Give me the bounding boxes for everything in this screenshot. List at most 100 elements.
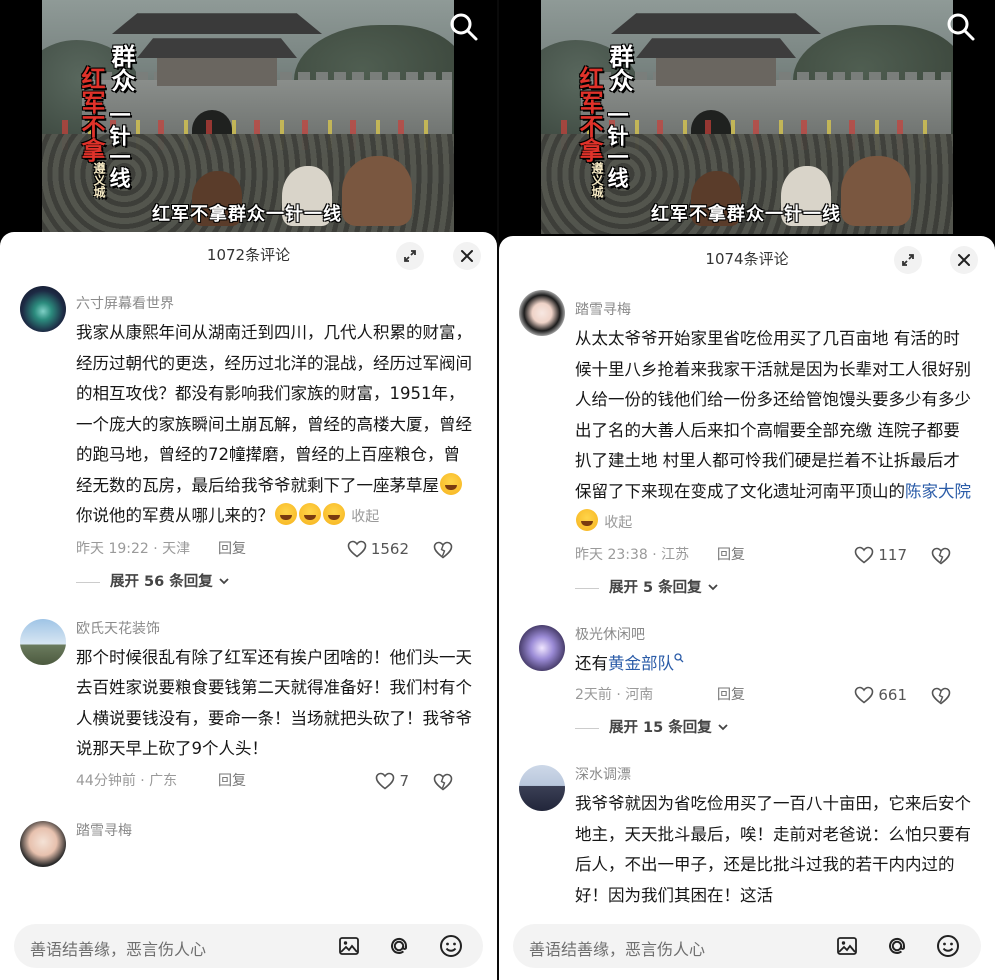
comment-username[interactable]: 深水调漂 <box>575 763 973 787</box>
collapse-text-link[interactable]: 收起 <box>351 509 379 525</box>
emoji-button[interactable] <box>934 932 962 960</box>
image-icon <box>837 937 857 955</box>
comment-input-placeholder: 善语结善缘，恶言伤人心 <box>529 940 706 959</box>
broken-heart-icon <box>433 773 453 791</box>
broken-heart-icon <box>433 541 453 559</box>
video-subtitle: 红军不拿群众一针一线 <box>152 204 342 225</box>
video-player[interactable]: 红军不拿 群众 一针一线 遵义城 红军不拿群众一针一线 <box>0 0 497 250</box>
mention-button[interactable] <box>385 932 413 960</box>
heart-icon <box>855 686 874 704</box>
comment-item: 欧氏天花装饰 那个时候很乱有除了红军还有挨户团啥的！他们头一天去百姓家说要粮食要… <box>0 599 497 797</box>
comment-input-bar: 善语结善缘，恶言伤人心 <box>0 916 497 980</box>
comment-body-tail: 你说他的军费从哪儿来的？ <box>76 506 274 525</box>
video-caption-red: 红军不拿 <box>575 66 604 162</box>
comment-text: 还有黄金部队 <box>575 649 973 680</box>
comment-meta: 44分钟前 · 广东 回复 7 <box>76 765 475 797</box>
expand-replies-label: 展开 5 条回复 <box>609 579 702 596</box>
chevron-down-icon <box>219 577 229 584</box>
like-count: 117 <box>878 545 907 564</box>
expand-replies-button[interactable]: 展开 15 条回复 <box>575 711 973 745</box>
like-count: 661 <box>878 686 907 704</box>
comments-sheet: 1072条评论 六寸屏幕看世界 我家从康熙年间从湖南迁到四川，几代人积累的财富，… <box>0 232 497 980</box>
heart-icon <box>347 540 367 558</box>
heart-icon <box>855 546 874 564</box>
collapse-icon <box>404 250 416 262</box>
reply-button[interactable]: 回复 <box>218 765 246 797</box>
smiley-icon <box>937 935 959 957</box>
video-horse <box>841 156 911 226</box>
chevron-down-icon <box>708 583 718 590</box>
comment-item: 深水调漂 我爷爷就因为省吃俭用买了一百八十亩田，它来后安个地主，天天批斗最后，唉… <box>499 745 995 911</box>
expand-replies-label: 展开 56 条回复 <box>110 573 213 590</box>
comment-time-location: 昨天 23:38 · 江苏 <box>575 546 690 563</box>
comment-body: 我家从康熙年间从湖南迁到四川，几代人积累的财富，经历过朝代的更迭，经历过北洋的混… <box>76 323 472 495</box>
comment-body: 还有 <box>575 653 608 673</box>
video-caption-place: 遵义城 <box>590 162 604 198</box>
avatar[interactable] <box>519 290 565 336</box>
comment-list[interactable]: 六寸屏幕看世界 我家从康熙年间从湖南迁到四川，几代人积累的财富，经历过朝代的更迭… <box>0 282 497 916</box>
smiley-icon <box>440 935 462 957</box>
broken-heart-icon <box>931 547 951 565</box>
laugh-cry-emoji-icon <box>440 472 462 495</box>
comment-username[interactable]: 极光休闲吧 <box>575 623 973 647</box>
location-link[interactable]: 陈家大院 <box>905 482 971 501</box>
search-icon[interactable] <box>449 12 479 42</box>
laugh-cry-emoji-icon <box>275 503 297 525</box>
reply-button[interactable]: 回复 <box>717 679 745 711</box>
comment-time-location: 昨天 19:22 · 天津 <box>76 540 191 557</box>
comment-meta: 昨天 23:38 · 江苏 回复 117 <box>575 539 973 571</box>
comment-username[interactable]: 六寸屏幕看世界 <box>76 292 475 316</box>
comment-username[interactable]: 欧氏天花装饰 <box>76 617 475 641</box>
video-caption-white-2: 一针一线 <box>107 104 132 188</box>
avatar[interactable] <box>20 618 66 665</box>
close-button[interactable] <box>453 242 481 270</box>
crying-emoji-icon <box>576 509 598 531</box>
comment-username[interactable]: 踏雪寻梅 <box>575 298 973 322</box>
broken-heart-icon <box>931 687 951 705</box>
video-player[interactable]: 红军不拿 群众 一针一线 遵义城 红军不拿群众一针一线 <box>499 0 995 250</box>
expand-replies-button[interactable]: 展开 56 条回复 <box>76 565 475 599</box>
video-gate-roof-lower <box>636 38 796 58</box>
comment-meta: 2天前 · 河南 回复 661 <box>575 679 973 711</box>
laugh-cry-emoji-icon <box>299 503 321 525</box>
search-link[interactable]: 黄金部队 <box>608 654 674 673</box>
expand-replies-button[interactable]: 展开 5 条回复 <box>575 571 973 605</box>
emoji-button[interactable] <box>437 932 465 960</box>
close-button[interactable] <box>950 246 978 274</box>
like-button[interactable]: 117 <box>854 539 907 571</box>
comments-sheet: 1074条评论 踏雪寻梅 从太太爷爷开始家里省吃俭用买了几百亩地 有活的时候十里… <box>499 236 995 980</box>
comments-header: 1074条评论 <box>499 236 995 282</box>
chevron-down-icon <box>718 724 728 731</box>
like-count: 7 <box>399 771 409 790</box>
comment-input[interactable]: 善语结善缘，恶言伤人心 <box>513 924 981 968</box>
avatar[interactable] <box>20 820 66 867</box>
at-icon <box>889 937 906 954</box>
mention-button[interactable] <box>883 932 911 960</box>
image-button[interactable] <box>335 932 363 960</box>
reply-button[interactable]: 回复 <box>218 533 246 565</box>
minimize-button[interactable] <box>894 246 922 274</box>
like-button[interactable]: 7 <box>375 765 409 797</box>
video-caption-red: 红军不拿 <box>77 66 106 162</box>
like-button[interactable]: 661 <box>854 679 907 711</box>
image-button[interactable] <box>833 932 861 960</box>
collapse-text-link[interactable]: 收起 <box>604 515 632 531</box>
video-caption-place: 遵义城 <box>92 162 106 198</box>
comment-text: 那个时候很乱有除了红军还有挨户团啥的！他们头一天去百姓家说要粮食要钱第二天就得准… <box>76 647 472 759</box>
comment-text: 从太太爷爷开始家里省吃俭用买了几百亩地 有活的时候十里八乡抢着来我家干活就是因为… <box>575 324 973 539</box>
comment-time-location: 44分钟前 · 广东 <box>76 772 178 789</box>
comment-username[interactable]: 踏雪寻梅 <box>76 819 475 843</box>
comment-text: 我家从康熙年间从湖南迁到四川，几代人积累的财富，经历过朝代的更迭，经历过北洋的混… <box>76 318 475 533</box>
avatar[interactable] <box>519 765 565 811</box>
reply-button[interactable]: 回复 <box>717 539 745 571</box>
comment-time-location: 2天前 · 河南 <box>575 687 654 703</box>
like-button[interactable]: 1562 <box>347 533 409 565</box>
minimize-button[interactable] <box>396 242 424 270</box>
search-icon[interactable] <box>946 12 976 42</box>
comment-input[interactable]: 善语结善缘，恶言伤人心 <box>14 924 483 968</box>
avatar[interactable] <box>20 286 66 332</box>
comment-item: 踏雪寻梅 <box>0 797 497 867</box>
comment-list[interactable]: 踏雪寻梅 从太太爷爷开始家里省吃俭用买了几百亩地 有活的时候十里八乡抢着来我家干… <box>499 286 995 916</box>
video-gate-roof-top <box>112 13 322 34</box>
avatar[interactable] <box>519 624 565 671</box>
